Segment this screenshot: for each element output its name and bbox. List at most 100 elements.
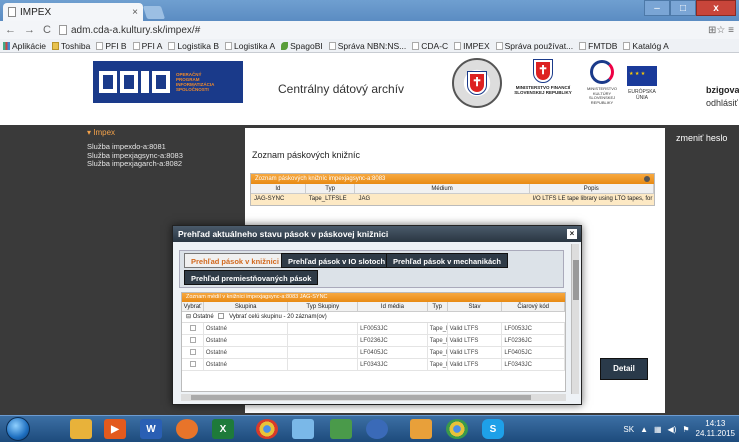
table-row[interactable]: JAG-SYNC Tape_LTFSLE JAG I/O LTFS LE tap…: [251, 194, 654, 205]
sidebar: ▾ Impex Služba impexdo-a:8081 Služba imp…: [87, 128, 227, 169]
bookmark-toshiba[interactable]: Toshiba: [52, 41, 90, 51]
media-grid: Zoznam médií v knižnici impexjagsync-a:8…: [181, 292, 566, 392]
cell-typ: Tape_LTFSLE: [308, 196, 347, 202]
tray-volume-icon[interactable]: ◀): [668, 425, 677, 434]
table-row[interactable]: Ostatné LF0236JC Tape_L Valid LTFS LF023…: [182, 335, 565, 347]
minimize-button[interactable]: –: [644, 0, 670, 16]
skype-icon[interactable]: S: [482, 419, 504, 439]
row-checkbox[interactable]: [190, 361, 196, 367]
column-header[interactable]: Typ Skupiny: [288, 302, 359, 311]
collapse-icon[interactable]: [644, 176, 650, 182]
bookmark-fmtdb[interactable]: FMTDB: [579, 41, 617, 51]
explorer-icon[interactable]: [70, 419, 92, 439]
table-row[interactable]: Ostatné LF0343JC Tape_L Valid LTFS LF034…: [182, 359, 565, 371]
language-indicator[interactable]: SK: [623, 425, 634, 434]
back-icon[interactable]: ←: [5, 24, 16, 36]
bookmark-katalog-a[interactable]: Katalóg A: [623, 41, 669, 51]
forward-icon[interactable]: →: [24, 24, 35, 36]
vertical-scrollbar[interactable]: [571, 244, 579, 394]
photos-icon[interactable]: [292, 419, 314, 439]
cell-medium: JAG: [358, 196, 371, 202]
sidebar-heading[interactable]: ▾ Impex: [87, 128, 227, 137]
media-player-icon[interactable]: ▶: [104, 419, 126, 439]
maximize-button[interactable]: □: [670, 0, 696, 16]
cell-id-media: LF0236JC: [358, 335, 428, 346]
reload-icon[interactable]: C: [43, 24, 51, 36]
bookmark-spagobi[interactable]: SpagoBI: [281, 41, 323, 51]
clock[interactable]: 14:13 24.11.2015: [696, 419, 735, 439]
chrome-2-icon[interactable]: [446, 419, 468, 439]
logo-caption: OPERAČNÝ PROGRAM INFORMATIZÁCIA SPOLOČNO…: [176, 72, 215, 92]
detail-button[interactable]: Detail: [600, 358, 648, 380]
eu-flag-icon: [627, 66, 657, 86]
tray-network-icon[interactable]: ▦: [654, 425, 662, 434]
group-checkbox[interactable]: [218, 313, 225, 320]
horizontal-scrollbar[interactable]: [181, 394, 566, 401]
column-header[interactable]: Id: [251, 184, 306, 193]
group-row[interactable]: ⊟ Ostatné Vybrať celú skupinu - 20 zázna…: [182, 312, 565, 323]
chrome-icon[interactable]: [256, 419, 278, 439]
group-toggle[interactable]: ⊟ Ostatné: [186, 314, 214, 320]
row-checkbox[interactable]: [190, 337, 196, 343]
close-window-button[interactable]: x: [696, 0, 736, 16]
user-app-icon[interactable]: [410, 419, 432, 439]
tab-tapes-in-drives[interactable]: Prehľad pások v mechanikách: [386, 253, 508, 268]
bookmark-pfi-a[interactable]: PFI A: [132, 41, 162, 51]
bookmark-aplikacie[interactable]: Aplikácie: [3, 41, 46, 51]
column-header[interactable]: Médium: [355, 184, 530, 193]
column-header[interactable]: Čiarový kód: [502, 302, 565, 311]
word-icon[interactable]: W: [140, 419, 162, 439]
bookmark-logistika-b[interactable]: Logistika B: [168, 41, 219, 51]
scroll-thumb[interactable]: [191, 395, 531, 400]
scroll-thumb[interactable]: [573, 260, 579, 300]
change-password-link[interactable]: zmeniť heslo: [676, 133, 727, 143]
cell-id: JAG-SYNC: [254, 196, 285, 202]
page-icon: [132, 41, 140, 50]
tray-arrow-icon[interactable]: ▲: [640, 425, 648, 434]
bookmark-pfi-b[interactable]: PFI B: [96, 41, 127, 51]
tab-close-icon[interactable]: ×: [132, 7, 138, 18]
column-header[interactable]: Popis: [530, 184, 654, 193]
opis-letters: [99, 71, 170, 93]
tape-status-modal: Prehľad aktuálneho stavu pások v páskove…: [172, 225, 582, 405]
column-header[interactable]: Typ: [306, 184, 356, 193]
column-header[interactable]: Vybrať: [182, 302, 204, 311]
cell-typ-skupiny: [288, 323, 359, 334]
bookmark-impex[interactable]: IMPEX: [454, 41, 490, 51]
system-tray: SK ▲ ▦ ◀) ⚑ 14:13 24.11.2015: [623, 419, 735, 439]
bookmark-sprava-pouzivat[interactable]: Správa používat...: [495, 41, 573, 51]
row-checkbox[interactable]: [190, 349, 196, 355]
column-header[interactable]: Typ: [428, 302, 448, 311]
bookmark-sprava-nbn[interactable]: Správa NBN:NS...: [328, 41, 406, 51]
bookmark-cda-c[interactable]: CDA-C: [412, 41, 448, 51]
row-checkbox[interactable]: [190, 325, 196, 331]
logout-link[interactable]: odhlásiť: [706, 98, 738, 108]
new-tab-button[interactable]: [142, 6, 166, 19]
firefox-icon[interactable]: [176, 419, 198, 439]
table-row[interactable]: Ostatné LF0053JC Tape_L Valid LTFS LF005…: [182, 323, 565, 335]
address-bar[interactable]: adm.cda-a.kultury.sk/impex/#: [58, 25, 700, 36]
star-menu-icon[interactable]: ⊞☆ ≡: [708, 25, 734, 36]
modal-tabs: Prehľad pások v knižnici Prehľad pások v…: [179, 250, 564, 288]
tab-tapes-in-library[interactable]: Prehľad pások v knižnici: [184, 253, 286, 268]
address-text[interactable]: adm.cda-a.kultury.sk/impex/#: [71, 25, 200, 36]
sidebar-item-impexjagarch[interactable]: Služba impexjagarch-a:8082: [87, 159, 227, 169]
cell-id-media: LF0405JC: [358, 347, 428, 358]
tab-moved-tapes[interactable]: Prehľad premiestňovaných pások: [184, 270, 319, 285]
tray-flag-icon[interactable]: ⚑: [682, 425, 689, 434]
network-icon[interactable]: [330, 419, 352, 439]
bookmark-logistika-a[interactable]: Logistika A: [225, 41, 275, 51]
cell-popis: I/O LTFS LE tape library using LTO tapes…: [532, 196, 654, 202]
tab-tapes-in-io-slots[interactable]: Prehľad pások v IO slotoch: [281, 253, 393, 268]
lync-icon[interactable]: [366, 419, 388, 439]
table-row[interactable]: Ostatné LF0405JC Tape_L Valid LTFS LF040…: [182, 347, 565, 359]
column-header[interactable]: Stav: [448, 302, 503, 311]
column-header[interactable]: Id média: [358, 302, 428, 311]
cell-typ: Tape_L: [428, 347, 448, 358]
excel-icon[interactable]: X: [212, 419, 234, 439]
column-header[interactable]: Skupina: [204, 302, 289, 311]
start-button[interactable]: [6, 417, 30, 441]
browser-tab[interactable]: IMPEX ×: [3, 3, 143, 21]
taskbar: ▶ W X S SK ▲ ▦ ◀) ⚑ 14:13 24.11.2015: [0, 415, 739, 442]
close-icon[interactable]: ×: [567, 229, 577, 239]
